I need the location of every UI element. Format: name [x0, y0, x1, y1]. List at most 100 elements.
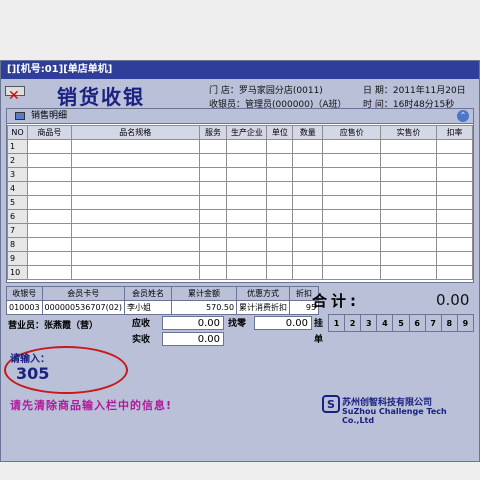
- hang-slot-button[interactable]: 4: [376, 314, 394, 332]
- table-cell[interactable]: [266, 139, 294, 154]
- table-cell[interactable]: [226, 265, 268, 280]
- table-cell[interactable]: [226, 167, 268, 182]
- table-cell[interactable]: [436, 223, 473, 238]
- input-field[interactable]: 305: [16, 364, 49, 383]
- table-cell[interactable]: [198, 181, 228, 196]
- table-cell[interactable]: [436, 139, 473, 154]
- table-cell[interactable]: [322, 209, 382, 224]
- table-cell[interactable]: [322, 153, 382, 168]
- table-cell[interactable]: [266, 153, 294, 168]
- table-cell[interactable]: [70, 251, 200, 266]
- table-cell[interactable]: [380, 265, 437, 280]
- table-row[interactable]: 2: [7, 153, 473, 168]
- table-cell[interactable]: [380, 237, 437, 252]
- hang-slot-button[interactable]: 1: [327, 314, 346, 332]
- table-cell[interactable]: [70, 237, 200, 252]
- table-cell[interactable]: [436, 181, 473, 196]
- table-cell[interactable]: [226, 223, 268, 238]
- hang-slot-button[interactable]: 2: [344, 314, 362, 332]
- table-row[interactable]: 7: [7, 223, 473, 238]
- table-cell[interactable]: [198, 153, 228, 168]
- table-cell[interactable]: [380, 167, 437, 182]
- table-row[interactable]: 3: [7, 167, 473, 182]
- table-cell[interactable]: [292, 209, 324, 224]
- table-cell[interactable]: [26, 209, 72, 224]
- table-cell[interactable]: [198, 195, 228, 210]
- table-cell[interactable]: [266, 167, 294, 182]
- table-cell[interactable]: [322, 181, 382, 196]
- table-cell[interactable]: [292, 167, 324, 182]
- table-cell[interactable]: [198, 237, 228, 252]
- table-cell[interactable]: [70, 167, 200, 182]
- hang-slot-button[interactable]: 6: [408, 314, 426, 332]
- table-cell[interactable]: [322, 139, 382, 154]
- table-cell[interactable]: [266, 265, 294, 280]
- table-cell[interactable]: [436, 195, 473, 210]
- table-cell[interactable]: [436, 251, 473, 266]
- table-cell[interactable]: [266, 209, 294, 224]
- table-cell[interactable]: [322, 223, 382, 238]
- table-cell[interactable]: [226, 139, 268, 154]
- table-cell[interactable]: [292, 195, 324, 210]
- table-row[interactable]: 8: [7, 237, 473, 252]
- table-cell[interactable]: [198, 265, 228, 280]
- table-body[interactable]: 1 2 3 4 5 6 7 8 9 10: [7, 139, 473, 280]
- hang-slots[interactable]: 123456789: [327, 314, 475, 332]
- table-cell[interactable]: [292, 181, 324, 196]
- table-cell[interactable]: [436, 167, 473, 182]
- table-cell[interactable]: [322, 167, 382, 182]
- table-cell[interactable]: [266, 251, 294, 266]
- hang-slot-button[interactable]: 8: [440, 314, 458, 332]
- table-cell[interactable]: [198, 251, 228, 266]
- table-cell[interactable]: [292, 251, 324, 266]
- table-cell[interactable]: [198, 167, 228, 182]
- table-cell[interactable]: [226, 237, 268, 252]
- table-cell[interactable]: [380, 223, 437, 238]
- table-cell[interactable]: [380, 209, 437, 224]
- table-cell[interactable]: [70, 153, 200, 168]
- table-cell[interactable]: [26, 237, 72, 252]
- hang-slot-button[interactable]: 9: [456, 314, 475, 332]
- table-cell[interactable]: [226, 251, 268, 266]
- table-row[interactable]: 6: [7, 209, 473, 224]
- table-cell[interactable]: [266, 223, 294, 238]
- table-cell[interactable]: [436, 237, 473, 252]
- table-cell[interactable]: [292, 153, 324, 168]
- table-cell[interactable]: [70, 195, 200, 210]
- table-cell[interactable]: [70, 265, 200, 280]
- hang-slot-button[interactable]: 3: [360, 314, 378, 332]
- table-cell[interactable]: [292, 223, 324, 238]
- table-cell[interactable]: [26, 167, 72, 182]
- table-cell[interactable]: [380, 195, 437, 210]
- hang-slot-button[interactable]: 7: [424, 314, 442, 332]
- table-cell[interactable]: [26, 153, 72, 168]
- table-cell[interactable]: [322, 237, 382, 252]
- table-cell[interactable]: [26, 139, 72, 154]
- table-cell[interactable]: [380, 181, 437, 196]
- close-icon[interactable]: ✕: [8, 88, 20, 104]
- table-cell[interactable]: [380, 153, 437, 168]
- table-cell[interactable]: [380, 251, 437, 266]
- table-cell[interactable]: [226, 153, 268, 168]
- received-value[interactable]: 0.00: [162, 332, 224, 346]
- sales-table[interactable]: NO 商品号 品名规格 服务 生产企业 单位 数量 应售价 实售价 扣率 1 2 3 4 5 6 7 8 9 10: [7, 125, 473, 280]
- table-cell[interactable]: [292, 237, 324, 252]
- table-cell[interactable]: [266, 237, 294, 252]
- table-cell[interactable]: [198, 139, 228, 154]
- table-row[interactable]: 4: [7, 181, 473, 196]
- table-row[interactable]: 5: [7, 195, 473, 210]
- table-cell[interactable]: [226, 209, 268, 224]
- table-cell[interactable]: [380, 139, 437, 154]
- table-cell[interactable]: [322, 251, 382, 266]
- table-cell[interactable]: [26, 181, 72, 196]
- table-cell[interactable]: [70, 181, 200, 196]
- table-cell[interactable]: [198, 223, 228, 238]
- table-cell[interactable]: [26, 223, 72, 238]
- table-cell[interactable]: [26, 195, 72, 210]
- table-row[interactable]: 1: [7, 139, 473, 154]
- table-cell[interactable]: [292, 265, 324, 280]
- table-cell[interactable]: [226, 195, 268, 210]
- table-cell[interactable]: [322, 195, 382, 210]
- hang-slot-button[interactable]: 5: [392, 314, 410, 332]
- table-row[interactable]: 9: [7, 251, 473, 266]
